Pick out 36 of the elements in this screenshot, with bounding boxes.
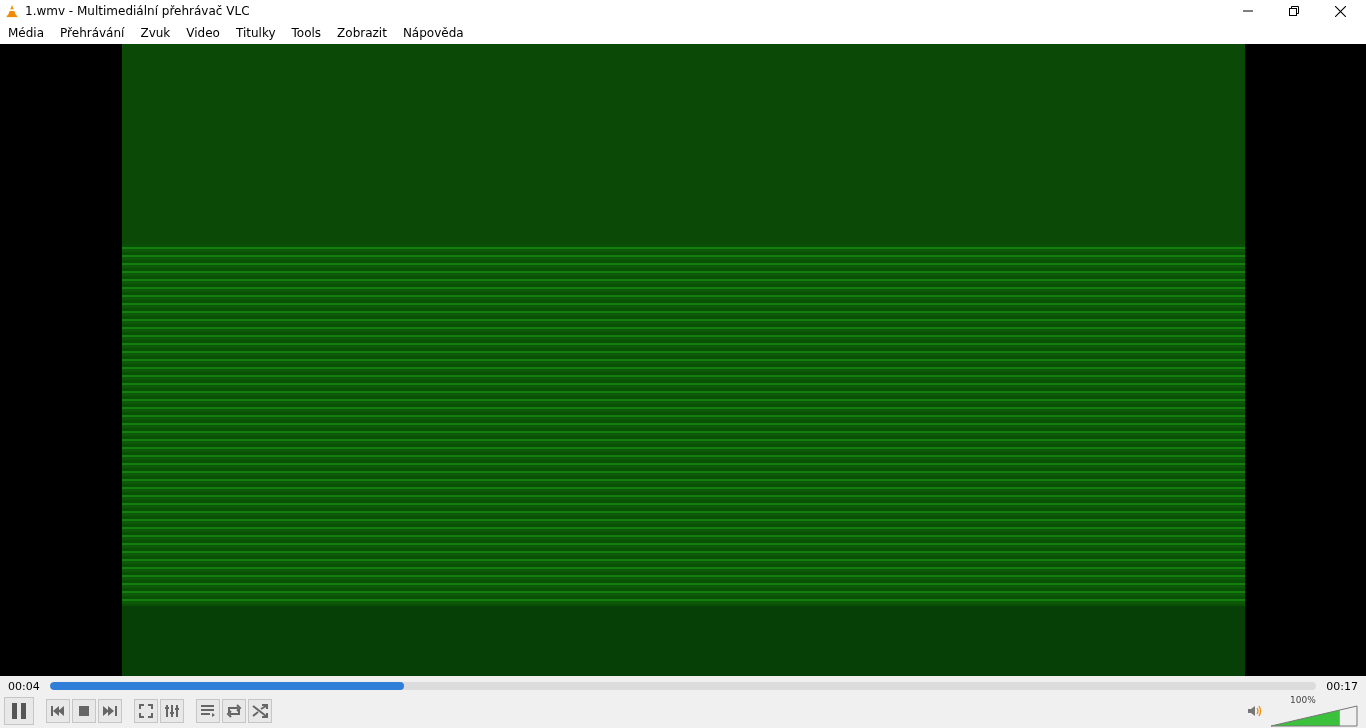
menu-item[interactable]: Tools (291, 26, 322, 40)
menu-item[interactable]: Zvuk (140, 26, 171, 40)
close-icon[interactable] (1335, 5, 1346, 17)
volume-slider[interactable] (1270, 705, 1358, 727)
stop-button[interactable] (72, 699, 96, 723)
next-button[interactable] (98, 699, 122, 723)
speaker-icon[interactable] (1248, 705, 1262, 717)
loop-button[interactable] (222, 699, 246, 723)
playlist-button[interactable] (196, 699, 220, 723)
total-time: 00:17 (1326, 679, 1358, 693)
volume-reading: 100% (1290, 695, 1316, 705)
menu-item[interactable]: Video (186, 26, 220, 40)
menu-item[interactable]: Přehrávání (60, 26, 125, 40)
previous-button[interactable] (46, 699, 70, 723)
fullscreen-button[interactable] (134, 699, 158, 723)
menu-item[interactable]: Zobrazit (337, 26, 387, 40)
shuffle-button[interactable] (248, 699, 272, 723)
window-title: 1.wmv - Multimediální přehrávač VLC (25, 4, 250, 18)
seek-bar[interactable] (49, 682, 1317, 690)
fullscreen-icon (139, 704, 153, 718)
menu-item[interactable]: Média (8, 26, 45, 40)
extended-settings-button[interactable] (160, 699, 184, 723)
menu-item[interactable]: Titulky (235, 26, 276, 40)
play-pause-button[interactable] (4, 697, 34, 725)
cone-icon (5, 4, 19, 18)
shuffle-icon (252, 704, 268, 718)
skip-back-icon (51, 706, 65, 716)
restore-icon[interactable] (1289, 6, 1299, 16)
skip-forward-icon (103, 706, 117, 716)
sliders-icon (164, 704, 180, 718)
menu-item[interactable]: Nápověda (402, 26, 464, 40)
stop-icon (79, 706, 89, 716)
elapsed-time: 00:04 (8, 679, 40, 693)
loop-icon (226, 704, 242, 718)
pause-icon (11, 702, 27, 720)
playlist-icon (200, 704, 216, 718)
